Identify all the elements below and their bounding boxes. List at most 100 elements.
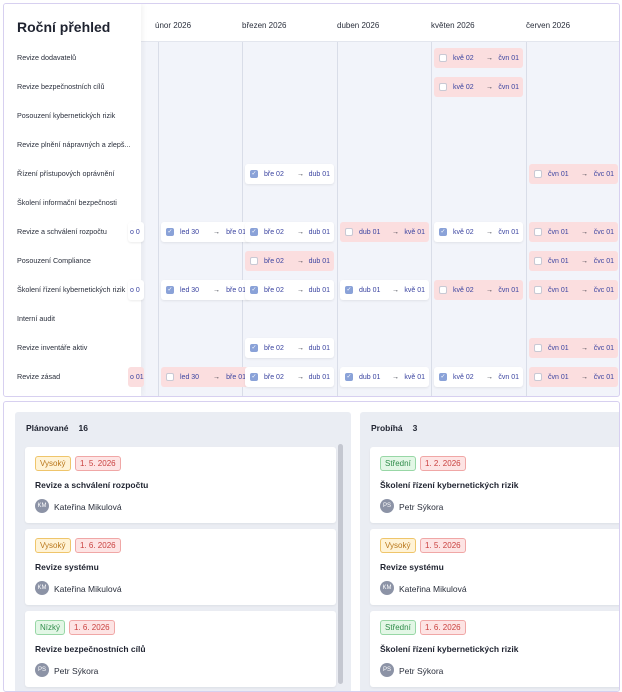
- assignee-name: Petr Sýkora: [399, 666, 444, 676]
- timeline-task-bar[interactable]: ✓ bře 02 → dub 01: [245, 280, 334, 300]
- checked-checkbox-icon[interactable]: ✓: [345, 286, 353, 294]
- timeline-row-label[interactable]: Posouzení Compliance: [17, 256, 137, 265]
- timeline-row-label[interactable]: Revize zásad: [17, 372, 137, 381]
- arrow-right-icon: →: [581, 286, 588, 294]
- due-date-badge: 1. 6. 2026: [69, 620, 115, 635]
- month-label: únor 2026: [155, 21, 192, 30]
- card-title: Revize a schválení rozpočtu: [35, 480, 149, 490]
- task-card[interactable]: Vysoký 1. 6. 2026 Revize systému KM Kateřina…: [25, 529, 336, 605]
- bar-start-date: čvn 01: [548, 257, 569, 265]
- timeline-task-bar[interactable]: ✓ dub 01 → kvě 01: [340, 367, 429, 387]
- bar-start-date: led 30: [180, 228, 200, 236]
- month-divider: [526, 42, 527, 396]
- timeline-row-label[interactable]: Interní audit: [17, 314, 137, 323]
- checked-checkbox-icon[interactable]: ✓: [166, 228, 174, 236]
- timeline-task-bar[interactable]: čvn 01 → čvc 01: [529, 222, 618, 242]
- priority-badge: Vysoký: [380, 538, 416, 553]
- bar-date-fragment: o 0: [130, 228, 140, 236]
- task-card[interactable]: Vysoký 1. 5. 2026 Revize a schválení rozpo…: [25, 447, 336, 523]
- arrow-right-icon: →: [581, 373, 588, 381]
- timeline-task-bar[interactable]: ✓ kvě 02 → čvn 01: [434, 367, 523, 387]
- timeline-row-label[interactable]: Školení informační bezpečnosti: [17, 198, 137, 207]
- timeline-row-label[interactable]: Revize a schválení rozpočtu: [17, 227, 137, 236]
- timeline-task-bar[interactable]: čvn 01 → čvc 01: [529, 338, 618, 358]
- timeline-task-bar[interactable]: čvn 01 → čvc 01: [529, 280, 618, 300]
- timeline-task-bar[interactable]: led 30 → bře 01: [161, 367, 250, 387]
- card-title: Revize systému: [380, 562, 444, 572]
- timeline-row-label[interactable]: Posouzení kybernetických rizik: [17, 111, 137, 120]
- timeline-task-bar[interactable]: čvn 01 → čvc 01: [529, 164, 618, 184]
- checked-checkbox-icon[interactable]: ✓: [250, 228, 258, 236]
- checked-checkbox-icon[interactable]: ✓: [166, 286, 174, 294]
- task-card[interactable]: Střední 1. 2. 2026 Školení řízení kybernet…: [370, 447, 619, 523]
- column-scrollbar[interactable]: [338, 444, 343, 684]
- timeline-row-label[interactable]: Revize inventáře aktiv: [17, 343, 137, 352]
- checked-checkbox-icon[interactable]: ✓: [250, 373, 258, 381]
- checkbox-icon[interactable]: [534, 257, 542, 265]
- checkbox-icon[interactable]: [534, 344, 542, 352]
- timeline-task-bar[interactable]: kvě 02 → čvn 01: [434, 280, 523, 300]
- checkbox-icon[interactable]: [534, 170, 542, 178]
- bar-end-date: bře 01: [226, 286, 246, 294]
- bar-end-date: kvě 01: [404, 373, 425, 381]
- checkbox-icon[interactable]: [345, 228, 353, 236]
- kanban-board: Plánované 16 Vysoký 1. 5. 2026 Revize a sch…: [3, 401, 620, 692]
- bar-start-date: bře 02: [264, 170, 284, 178]
- timeline-task-bar[interactable]: ✓ led 30 → bře 01: [161, 280, 250, 300]
- timeline-task-bar-overflow[interactable]: o 0: [128, 280, 144, 300]
- timeline-task-bar[interactable]: čvn 01 → čvc 01: [529, 251, 618, 271]
- bar-end-date: bře 01: [226, 228, 246, 236]
- checkbox-icon[interactable]: [166, 373, 174, 381]
- timeline-task-bar[interactable]: ✓ bře 02 → dub 01: [245, 367, 334, 387]
- timeline-task-bar[interactable]: ✓ bře 02 → dub 01: [245, 164, 334, 184]
- card-title: Revize bezpečnostních cílů: [35, 644, 146, 654]
- timeline-task-bar-overflow[interactable]: o 01: [128, 367, 144, 387]
- checkbox-icon[interactable]: [250, 257, 258, 265]
- bar-start-date: bře 02: [264, 373, 284, 381]
- timeline-task-bar[interactable]: ✓ bře 02 → dub 01: [245, 222, 334, 242]
- timeline-task-bar[interactable]: čvn 01 → čvc 01: [529, 367, 618, 387]
- bar-end-date: čvn 01: [498, 228, 519, 236]
- checkbox-icon[interactable]: [534, 286, 542, 294]
- timeline-task-bar[interactable]: ✓ bře 02 → dub 01: [245, 338, 334, 358]
- bar-end-date: čvn 01: [498, 373, 519, 381]
- checkbox-icon[interactable]: [439, 286, 447, 294]
- timeline-row-label[interactable]: Školení řízení kybernetických rizik: [17, 285, 137, 294]
- timeline-task-bar[interactable]: dub 01 → kvě 01: [340, 222, 429, 242]
- bar-end-date: čvn 01: [498, 286, 519, 294]
- arrow-right-icon: →: [213, 286, 220, 294]
- checkbox-icon[interactable]: [534, 228, 542, 236]
- avatar: PS: [380, 499, 394, 513]
- timeline-row-label[interactable]: Revize dodavatelů: [17, 53, 137, 62]
- task-card[interactable]: Vysoký 1. 5. 2026 Revize systému KM Kateřina…: [370, 529, 619, 605]
- timeline-task-bar-overflow[interactable]: o 0: [128, 222, 144, 242]
- checked-checkbox-icon[interactable]: ✓: [345, 373, 353, 381]
- timeline-task-bar[interactable]: ✓ led 30 → bře 01: [161, 222, 250, 242]
- timeline-month-header: únor 2026 březen 2026 duben 2026 květen 202…: [141, 4, 619, 42]
- timeline-row-label[interactable]: Revize plnění nápravných a zlepš...: [17, 140, 137, 149]
- timeline-row-label[interactable]: Řízení přístupových oprávnění: [17, 169, 137, 178]
- checkbox-icon[interactable]: [439, 83, 447, 91]
- bar-date-fragment: o 0: [130, 286, 140, 294]
- checkbox-icon[interactable]: [534, 373, 542, 381]
- priority-badge: Vysoký: [35, 456, 71, 471]
- checked-checkbox-icon[interactable]: ✓: [439, 373, 447, 381]
- task-card[interactable]: Střední 1. 6. 2026 Školení řízení kybernet…: [370, 611, 619, 687]
- checked-checkbox-icon[interactable]: ✓: [250, 344, 258, 352]
- checkbox-icon[interactable]: [439, 54, 447, 62]
- timeline-task-bar[interactable]: kvě 02 → čvn 01: [434, 48, 523, 68]
- assignee-name: Petr Sýkora: [399, 502, 444, 512]
- month-label: květen 2026: [431, 21, 475, 30]
- timeline-task-bar[interactable]: kvě 02 → čvn 01: [434, 77, 523, 97]
- column-count: 16: [78, 423, 88, 433]
- checked-checkbox-icon[interactable]: ✓: [250, 170, 258, 178]
- checked-checkbox-icon[interactable]: ✓: [250, 286, 258, 294]
- task-card[interactable]: Nízký 1. 6. 2026 Revize bezpečnostních cíl…: [25, 611, 336, 687]
- timeline-row-label[interactable]: Revize bezpečnostních cílů: [17, 82, 137, 91]
- arrow-right-icon: →: [486, 228, 493, 236]
- timeline-task-bar[interactable]: ✓ dub 01 → kvě 01: [340, 280, 429, 300]
- checked-checkbox-icon[interactable]: ✓: [439, 228, 447, 236]
- timeline-task-bar[interactable]: ✓ kvě 02 → čvn 01: [434, 222, 523, 242]
- timeline-task-bar[interactable]: bře 02 → dub 01: [245, 251, 334, 271]
- arrow-right-icon: →: [392, 286, 399, 294]
